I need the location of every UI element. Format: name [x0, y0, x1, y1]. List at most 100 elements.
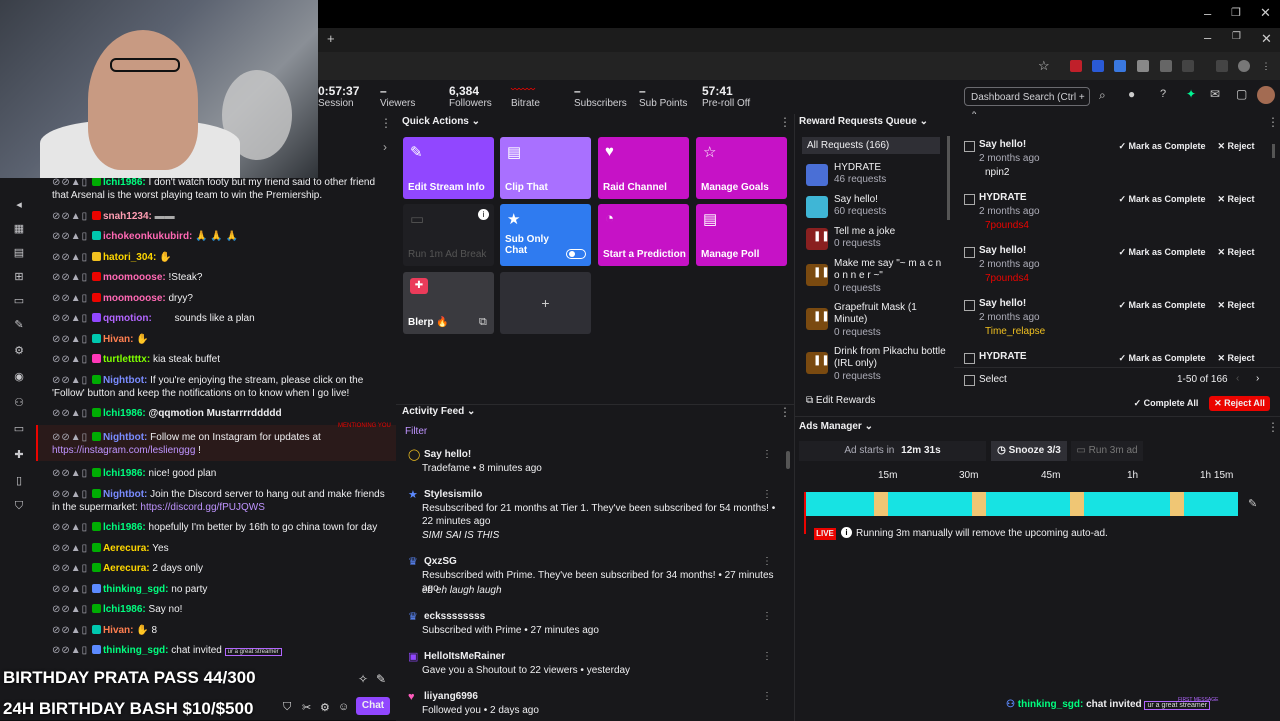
bits-icon[interactable]: ✎ — [376, 672, 386, 686]
filter-link[interactable]: Filter — [405, 426, 427, 437]
crown-icon[interactable]: ✦ — [1186, 87, 1196, 101]
rewards-scrollbar[interactable] — [947, 136, 950, 220]
snooze-button[interactable]: ◷ Snooze 3/3 — [991, 441, 1067, 461]
new-tab-button[interactable]: + — [327, 31, 335, 46]
settings-icon[interactable]: ⚙ — [12, 344, 26, 358]
manage-poll-button[interactable]: ▤ Manage Poll — [696, 204, 787, 266]
quick-actions-menu-icon[interactable]: ⋮ — [779, 115, 791, 129]
extensions-icon[interactable]: ✚ — [12, 448, 26, 462]
all-requests-filter[interactable]: All Requests (166) — [802, 137, 940, 154]
tabbar-restore-icon[interactable]: ❐ — [1232, 31, 1241, 42]
request-checkbox[interactable] — [964, 141, 975, 152]
mark-complete-button[interactable]: ✓ Mark as Complete — [1116, 298, 1208, 312]
search-icon[interactable]: ⌕ — [1099, 88, 1106, 103]
edit-schedule-icon[interactable]: ✎ — [1248, 497, 1257, 510]
bookmark-star-icon[interactable]: ☆ — [1038, 58, 1050, 74]
whisper-icon[interactable]: ▢ — [1236, 87, 1247, 101]
quick-actions-title[interactable]: Quick Actions ⌄ — [402, 116, 480, 132]
activity-options-icon[interactable]: ⋮ — [762, 488, 772, 501]
edit-stream-info-button[interactable]: ✎ Edit Stream Info — [403, 137, 494, 199]
info-icon[interactable]: i — [478, 209, 489, 220]
gmail-extension-icon[interactable] — [1070, 60, 1082, 72]
pen-extension-icon[interactable] — [1160, 60, 1172, 72]
ads-timeline[interactable] — [806, 492, 1238, 516]
reward-queue-title[interactable]: Reward Requests Queue ⌄ — [799, 116, 928, 132]
sub-only-chat-button[interactable]: ★ Sub Only Chat — [500, 204, 591, 266]
blerp-button[interactable]: ✚ Blerp 🔥 ⧉ — [403, 272, 494, 334]
inbox-icon[interactable]: ✉ — [1210, 87, 1220, 101]
activity-options-icon[interactable]: ⋮ — [762, 610, 772, 623]
prev-page-icon[interactable]: ‹ — [1236, 373, 1239, 384]
emoji-icon[interactable]: ☺ — [338, 701, 349, 713]
chat-settings-icon[interactable]: ⚙ — [320, 701, 330, 714]
select-all[interactable]: Select — [964, 374, 1007, 386]
sub-only-toggle[interactable] — [566, 249, 586, 259]
community-icon[interactable]: ⊞ — [12, 270, 26, 284]
audio-extension-icon[interactable] — [1092, 60, 1104, 72]
safety-icon[interactable]: ⛉ — [12, 500, 26, 514]
reject-button[interactable]: ✕ Reject — [1214, 245, 1258, 259]
profile-avatar-icon[interactable] — [1238, 60, 1250, 72]
request-checkbox[interactable] — [964, 247, 975, 258]
reward-item[interactable]: Say hello! 60 requests — [806, 194, 946, 224]
activity-feed-menu-icon[interactable]: ⋮ — [779, 405, 791, 419]
mod-tools-icon[interactable]: ✂ — [302, 701, 311, 714]
activity-feed-title[interactable]: Activity Feed ⌄ — [402, 406, 475, 422]
tabbar-minimize-icon[interactable]: – — [1204, 30, 1211, 45]
puzzle-extension-icon[interactable] — [1182, 60, 1194, 72]
clip-that-button[interactable]: ▤ Clip That — [500, 137, 591, 199]
activity-options-icon[interactable]: ⋮ — [762, 690, 772, 703]
learn-icon[interactable]: ▯ — [12, 474, 26, 488]
reward-item[interactable]: ❚❚ Grapefruit Mask (1 Minute) 0 requests — [806, 302, 946, 344]
ads-manager-title[interactable]: Ads Manager ⌄ — [799, 421, 873, 437]
reward-item[interactable]: HYDRATE 46 requests — [806, 162, 946, 192]
restore-button[interactable]: ❐ — [1231, 6, 1241, 19]
chat-send-button[interactable]: Chat — [356, 697, 390, 715]
notifications-icon[interactable]: ● — [1128, 87, 1135, 101]
instagram-link[interactable]: https://instagram.com/leslienggg — [52, 445, 195, 456]
reject-button[interactable]: ✕ Reject — [1214, 298, 1258, 312]
video-icon[interactable]: ▭ — [12, 294, 26, 308]
shield-icon[interactable]: ⛉ — [283, 701, 291, 714]
mark-complete-button[interactable]: ✓ Mark as Complete — [1116, 351, 1208, 365]
reward-queue-menu-icon[interactable]: ⋮ — [1267, 115, 1279, 129]
volume-extension-icon[interactable] — [1137, 60, 1149, 72]
edit-rewards-link[interactable]: ⧉ Edit Rewards — [806, 395, 875, 406]
chart-icon[interactable]: ▤ — [12, 246, 26, 260]
emote-icon[interactable]: ✧ — [358, 672, 368, 686]
media-icon[interactable] — [1216, 60, 1228, 72]
close-button[interactable]: ✕ — [1260, 5, 1271, 21]
content-icon[interactable]: ▭ — [12, 422, 26, 436]
ads-manager-menu-icon[interactable]: ⋮ — [1267, 420, 1279, 434]
request-checkbox[interactable] — [964, 300, 975, 311]
activity-options-icon[interactable]: ⋮ — [762, 650, 772, 663]
next-page-icon[interactable]: › — [1256, 373, 1259, 384]
mark-complete-button[interactable]: ✓ Mark as Complete — [1116, 245, 1208, 259]
mark-complete-button[interactable]: ✓ Mark as Complete — [1116, 139, 1208, 153]
reward-item[interactable]: ❚❚ Drink from Pikachu bottle (IRL only) 0 … — [806, 346, 946, 386]
raid-channel-button[interactable]: ♥ Raid Channel — [598, 137, 689, 199]
reject-button[interactable]: ✕ Reject — [1214, 139, 1258, 153]
minimize-button[interactable]: – — [1204, 6, 1211, 21]
browser-menu-icon[interactable]: ⋮ — [1260, 60, 1272, 72]
user-avatar[interactable] — [1257, 86, 1275, 104]
complete-all-button[interactable]: ✓ Complete All — [1130, 396, 1202, 411]
run-ad-break-button[interactable]: ▭ Run 1m Ad Break i — [403, 204, 494, 266]
run-ad-button[interactable]: ▭ Run 3m ad — [1071, 441, 1143, 461]
start-prediction-button[interactable]: ◔ Start a Prediction — [598, 204, 689, 266]
help-icon[interactable]: ? — [1160, 88, 1166, 100]
request-checkbox[interactable] — [964, 353, 975, 364]
popout-icon[interactable]: ⧉ — [479, 316, 487, 329]
discord-link[interactable]: https://discord.gg/fPUJQWS — [140, 502, 265, 513]
mark-complete-button[interactable]: ✓ Mark as Complete — [1116, 192, 1208, 206]
chat-options-icon[interactable]: ⋮ — [380, 116, 392, 130]
dashboard-search-input[interactable]: Dashboard Search (Ctrl + /) — [964, 87, 1090, 122]
creator-tools-icon[interactable]: ✎ — [12, 318, 26, 332]
reject-all-button[interactable]: ✕ Reject All — [1209, 396, 1270, 411]
add-action-button[interactable]: + — [500, 272, 591, 334]
tabbar-close-icon[interactable]: ✕ — [1261, 31, 1272, 47]
reward-item[interactable]: ❚❚ Tell me a joke 0 requests — [806, 226, 946, 256]
activity-scrollbar[interactable] — [786, 451, 790, 469]
reject-button[interactable]: ✕ Reject — [1214, 351, 1258, 365]
request-checkbox[interactable] — [964, 194, 975, 205]
